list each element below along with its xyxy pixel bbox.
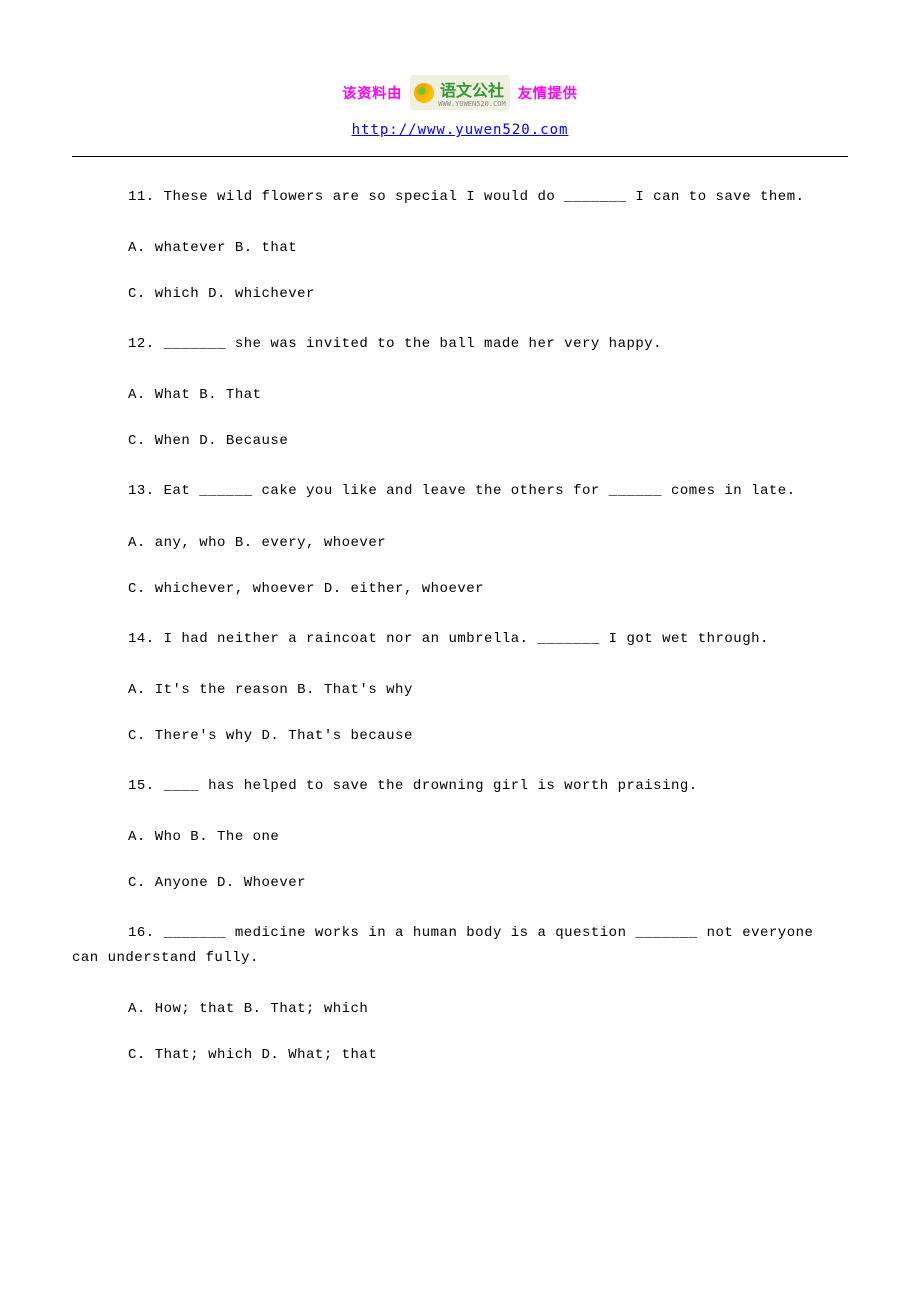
document-content: 11. These wild flowers are so special I … bbox=[0, 157, 920, 1063]
question-12-options-cd: C. When D. Because bbox=[128, 433, 848, 449]
question-15-options-cd: C. Anyone D. Whoever bbox=[128, 875, 848, 891]
source-url-link[interactable]: http://www.yuwen520.com bbox=[352, 122, 569, 138]
question-11-text: 11. These wild flowers are so special I … bbox=[128, 185, 848, 210]
document-header: 该资料由 语文公社 WWW.YUWEN520.COM 友情提供 http://w… bbox=[0, 0, 920, 138]
logo-text-block: 语文公社 WWW.YUWEN520.COM bbox=[438, 77, 505, 108]
question-14-text: 14. I had neither a raincoat nor an umbr… bbox=[128, 627, 848, 652]
attribution-prefix: 该资料由 bbox=[342, 83, 402, 103]
question-16-text: 16. _______ medicine works in a human bo… bbox=[72, 921, 848, 971]
question-14-options-cd: C. There's why D. That's because bbox=[128, 728, 848, 744]
question-11-options-cd: C. which D. whichever bbox=[128, 286, 848, 302]
question-15-text: 15. ____ has helped to save the drowning… bbox=[128, 774, 848, 799]
question-13-options-cd: C. whichever, whoever D. either, whoever bbox=[128, 581, 848, 597]
question-16-options-cd: C. That; which D. What; that bbox=[128, 1047, 848, 1063]
question-12-text: 12. _______ she was invited to the ball … bbox=[128, 332, 848, 357]
logo-icon bbox=[414, 83, 434, 103]
question-13-text: 13. Eat ______ cake you like and leave t… bbox=[128, 479, 848, 504]
attribution-suffix: 友情提供 bbox=[518, 83, 578, 103]
question-16-line1: 16. _______ medicine works in a human bo… bbox=[128, 925, 813, 941]
logo-text-url: WWW.YUWEN520.COM bbox=[438, 101, 505, 108]
question-16-options-ab: A. How; that B. That; which bbox=[128, 1001, 848, 1017]
question-11-options-ab: A. whatever B. that bbox=[128, 240, 848, 256]
question-15-options-ab: A. Who B. The one bbox=[128, 829, 848, 845]
logo-text-chinese: 语文公社 bbox=[440, 81, 504, 100]
question-12-options-ab: A. What B. That bbox=[128, 387, 848, 403]
question-13-options-ab: A. any, who B. every, whoever bbox=[128, 535, 848, 551]
question-16-line2: can understand fully. bbox=[72, 950, 259, 966]
header-attribution-line: 该资料由 语文公社 WWW.YUWEN520.COM 友情提供 bbox=[0, 75, 920, 110]
question-14-options-ab: A. It's the reason B. That's why bbox=[128, 682, 848, 698]
logo-container: 语文公社 WWW.YUWEN520.COM bbox=[410, 75, 509, 110]
